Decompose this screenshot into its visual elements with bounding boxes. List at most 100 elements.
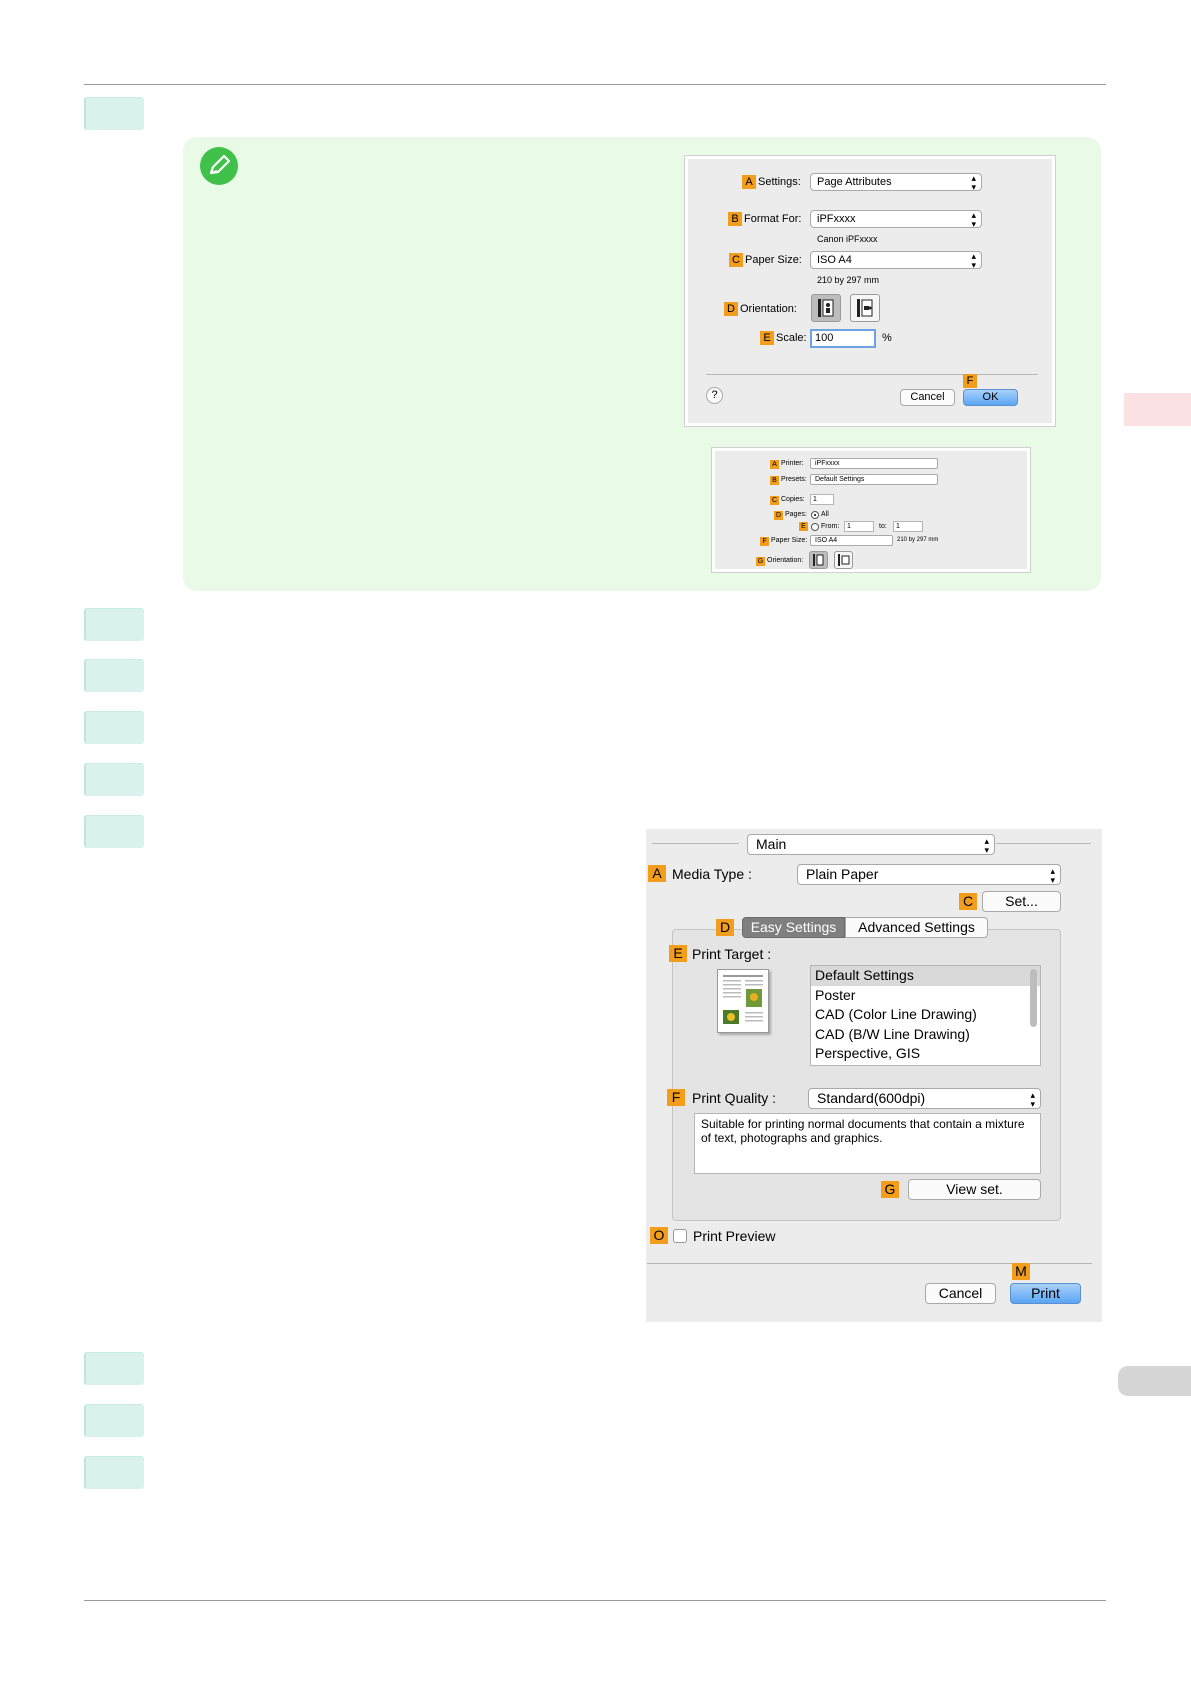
target-badge: E [669, 945, 687, 962]
paper-size-select[interactable]: ISO A4 [810, 535, 893, 546]
list-item[interactable]: CAD (B/W Line Drawing) [811, 1025, 1040, 1045]
ok-button[interactable]: OK [963, 389, 1018, 406]
paper-select[interactable]: ISO A4 ▴ ▾ [810, 251, 982, 270]
copies-label: Copies: [781, 496, 805, 503]
copies-field[interactable]: 1 [810, 494, 834, 505]
ok-label: OK [982, 391, 999, 403]
scale-value: 100 [815, 332, 834, 344]
step-marker [84, 97, 144, 130]
portrait-button[interactable] [809, 551, 828, 569]
panel-select[interactable]: Main ▴ ▾ [747, 834, 995, 855]
portrait-button[interactable] [811, 294, 841, 322]
stepper-arrows-icon: ▴ ▾ [984, 836, 989, 855]
presets-label: Presets: [781, 476, 807, 483]
settings-label: Settings: [758, 176, 801, 188]
scale-unit: % [882, 332, 892, 344]
cancel-label: Cancel [938, 1285, 983, 1301]
pages-label: Pages: [785, 511, 807, 518]
landscape-button[interactable] [850, 294, 880, 322]
stepper-arrows-icon: ▴ ▾ [971, 210, 976, 229]
tab-advanced-settings[interactable]: Advanced Settings [845, 917, 988, 938]
paper-size-label: Paper Size: [771, 537, 808, 544]
pages-from-radio[interactable] [811, 523, 819, 531]
list-scrollbar[interactable] [1030, 969, 1037, 1027]
paper-subtext: 210 by 297 mm [817, 275, 880, 285]
paper-label: Paper Size: [745, 254, 802, 266]
cancel-button[interactable]: Cancel [900, 389, 955, 406]
top-separator-left [652, 843, 739, 844]
media-select[interactable]: Plain Paper ▴ ▾ [797, 864, 1061, 885]
printer-select[interactable]: iPFxxxx [810, 458, 938, 469]
printer-value: iPFxxxx [815, 460, 840, 467]
presets-select[interactable]: Default Settings [810, 474, 938, 485]
view-settings-button[interactable]: View set. [908, 1179, 1041, 1200]
print-button[interactable]: Print [1010, 1283, 1081, 1304]
from-field[interactable]: 1 [844, 521, 874, 532]
scale-label: Scale: [776, 332, 807, 344]
list-item-label: Poster [815, 986, 856, 1003]
panel-value: Main [756, 836, 787, 852]
print-target-list[interactable]: Default Settings Poster CAD (Color Line … [810, 965, 1041, 1066]
help-button[interactable]: ? [706, 387, 723, 404]
list-item-label: CAD (B/W Line Drawing) [815, 1025, 970, 1042]
orientation-badge: D [724, 302, 738, 316]
quality-description: Suitable for printing normal documents t… [694, 1113, 1041, 1174]
presets-badge: B [770, 476, 779, 485]
copies-badge: C [770, 496, 779, 505]
tab-easy-settings[interactable]: Easy Settings [742, 917, 845, 938]
quality-value: Standard(600dpi) [817, 1090, 926, 1106]
step-marker [84, 815, 144, 848]
stepper-arrows-icon: ▴ ▾ [1050, 866, 1055, 885]
portrait-icon [818, 299, 834, 317]
radio-dot-icon [814, 514, 816, 516]
stepper-arrows-icon: ▴ ▾ [1030, 1090, 1035, 1109]
format-select[interactable]: iPFxxxx ▴ ▾ [810, 210, 982, 229]
from-badge: E [799, 522, 808, 531]
print-dialog-main: Main ▴ ▾ A Media Type : Plain Paper ▴ ▾ C … [646, 829, 1102, 1322]
top-rule [84, 84, 1106, 85]
paper-badge: C [729, 253, 743, 267]
presets-value: Default Settings [815, 476, 865, 483]
landscape-button[interactable] [834, 551, 853, 569]
quality-description-text: Suitable for printing normal documents t… [701, 1117, 1025, 1145]
from-label: From: [821, 523, 840, 530]
list-item[interactable]: Perspective, GIS [811, 1044, 1040, 1064]
pages-all-radio[interactable] [811, 511, 819, 519]
to-field[interactable]: 1 [893, 521, 923, 532]
tab-easy-label: Easy Settings [750, 919, 837, 935]
orientation-badge: G [756, 557, 765, 566]
format-subtext: Canon iPFxxxx [817, 234, 878, 244]
from-value: 1 [847, 523, 851, 530]
media-label: Media Type : [672, 866, 752, 882]
print-preview-checkbox[interactable] [673, 1229, 687, 1243]
tab-advanced-label: Advanced Settings [858, 919, 975, 935]
list-item[interactable]: CAD (Color Line Drawing) [811, 1005, 1040, 1025]
list-item-label: CAD (Color Line Drawing) [815, 1006, 977, 1022]
pages-badge: D [774, 511, 783, 520]
quality-label: Print Quality : [692, 1090, 777, 1106]
page-setup-dialog: A Settings: Page Attributes ▴ ▾ B Format … [684, 155, 1056, 427]
printer-badge: A [770, 460, 779, 469]
list-item-label: Perspective, GIS [815, 1045, 921, 1061]
side-tab-index [1118, 1366, 1191, 1396]
media-badge: A [648, 865, 666, 882]
list-item[interactable]: Default Settings [811, 966, 1040, 986]
list-item-label: Default Settings [815, 967, 914, 983]
step-marker [84, 763, 144, 796]
settings-select[interactable]: Page Attributes ▴ ▾ [810, 173, 982, 192]
bottom-rule [84, 1600, 1106, 1601]
set-button[interactable]: Set... [982, 891, 1061, 912]
list-item[interactable]: Poster [811, 986, 1040, 1006]
format-badge: B [728, 212, 742, 226]
format-value: iPFxxxx [817, 213, 856, 225]
set-badge: C [959, 893, 977, 910]
side-tab-current [1124, 393, 1191, 426]
cancel-button[interactable]: Cancel [925, 1283, 996, 1304]
quality-select[interactable]: Standard(600dpi) ▴ ▾ [808, 1088, 1041, 1109]
target-label: Print Target : [692, 946, 772, 962]
landscape-icon [857, 299, 873, 317]
scale-badge: E [760, 331, 774, 345]
landscape-icon [838, 554, 850, 566]
step-marker [84, 1352, 144, 1385]
scale-field[interactable]: 100 [810, 329, 876, 348]
